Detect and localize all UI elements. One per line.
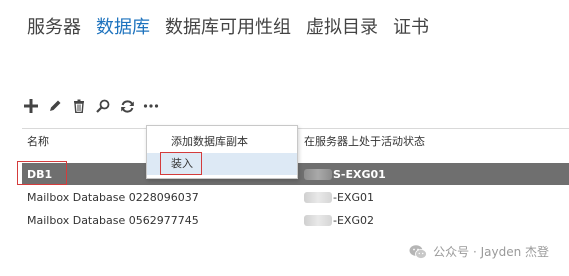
row-server-text: -EXG02 bbox=[333, 213, 374, 227]
table-row[interactable]: Mailbox Database 0562977745 -EXG02 bbox=[22, 209, 569, 231]
column-header-name[interactable]: 名称 bbox=[27, 133, 49, 149]
search-icon bbox=[96, 99, 110, 113]
row-server: -EXG02 bbox=[304, 214, 374, 227]
wechat-icon bbox=[409, 244, 428, 259]
refresh-icon bbox=[120, 99, 134, 113]
more-icon bbox=[143, 104, 159, 108]
row-name: Mailbox Database 0228096037 bbox=[27, 190, 199, 204]
add-button[interactable] bbox=[22, 97, 40, 115]
redacted-mask bbox=[304, 168, 332, 180]
tab-virtual-directories[interactable]: 虚拟目录 bbox=[306, 14, 378, 42]
menu-item-add-database-copy[interactable]: 添加数据库副本 bbox=[147, 131, 297, 153]
trash-icon bbox=[74, 99, 84, 113]
tab-servers[interactable]: 服务器 bbox=[27, 14, 81, 42]
redacted-mask bbox=[304, 214, 332, 226]
row-server-text: S-EXG01 bbox=[333, 167, 386, 181]
row-server-text: -EXG01 bbox=[333, 190, 374, 204]
row-server: S-EXG01 bbox=[304, 168, 386, 181]
column-header-active-server[interactable]: 在服务器上处于活动状态 bbox=[304, 133, 425, 149]
toolbar bbox=[22, 95, 160, 117]
pencil-icon bbox=[50, 100, 61, 111]
tab-certificates[interactable]: 证书 bbox=[393, 14, 429, 42]
redacted-mask bbox=[304, 191, 332, 203]
edit-button[interactable] bbox=[46, 97, 64, 115]
search-button[interactable] bbox=[94, 97, 112, 115]
more-button[interactable] bbox=[142, 97, 160, 115]
tab-bar: 服务器 数据库 数据库可用性组 虚拟目录 证书 bbox=[27, 14, 444, 42]
plus-icon bbox=[24, 99, 38, 113]
row-server: -EXG01 bbox=[304, 191, 374, 204]
table-row[interactable]: Mailbox Database 0228096037 -EXG01 bbox=[22, 186, 569, 208]
tab-databases[interactable]: 数据库 bbox=[96, 14, 150, 42]
tab-dag[interactable]: 数据库可用性组 bbox=[165, 14, 291, 42]
watermark: 公众号 · Jayden 杰登 bbox=[409, 243, 549, 260]
mount-highlight-box bbox=[160, 152, 202, 175]
delete-button[interactable] bbox=[70, 97, 88, 115]
row-name: Mailbox Database 0562977745 bbox=[27, 213, 199, 227]
db1-highlight-box bbox=[17, 161, 67, 185]
refresh-button[interactable] bbox=[118, 97, 136, 115]
watermark-text: 公众号 · Jayden 杰登 bbox=[433, 245, 549, 259]
